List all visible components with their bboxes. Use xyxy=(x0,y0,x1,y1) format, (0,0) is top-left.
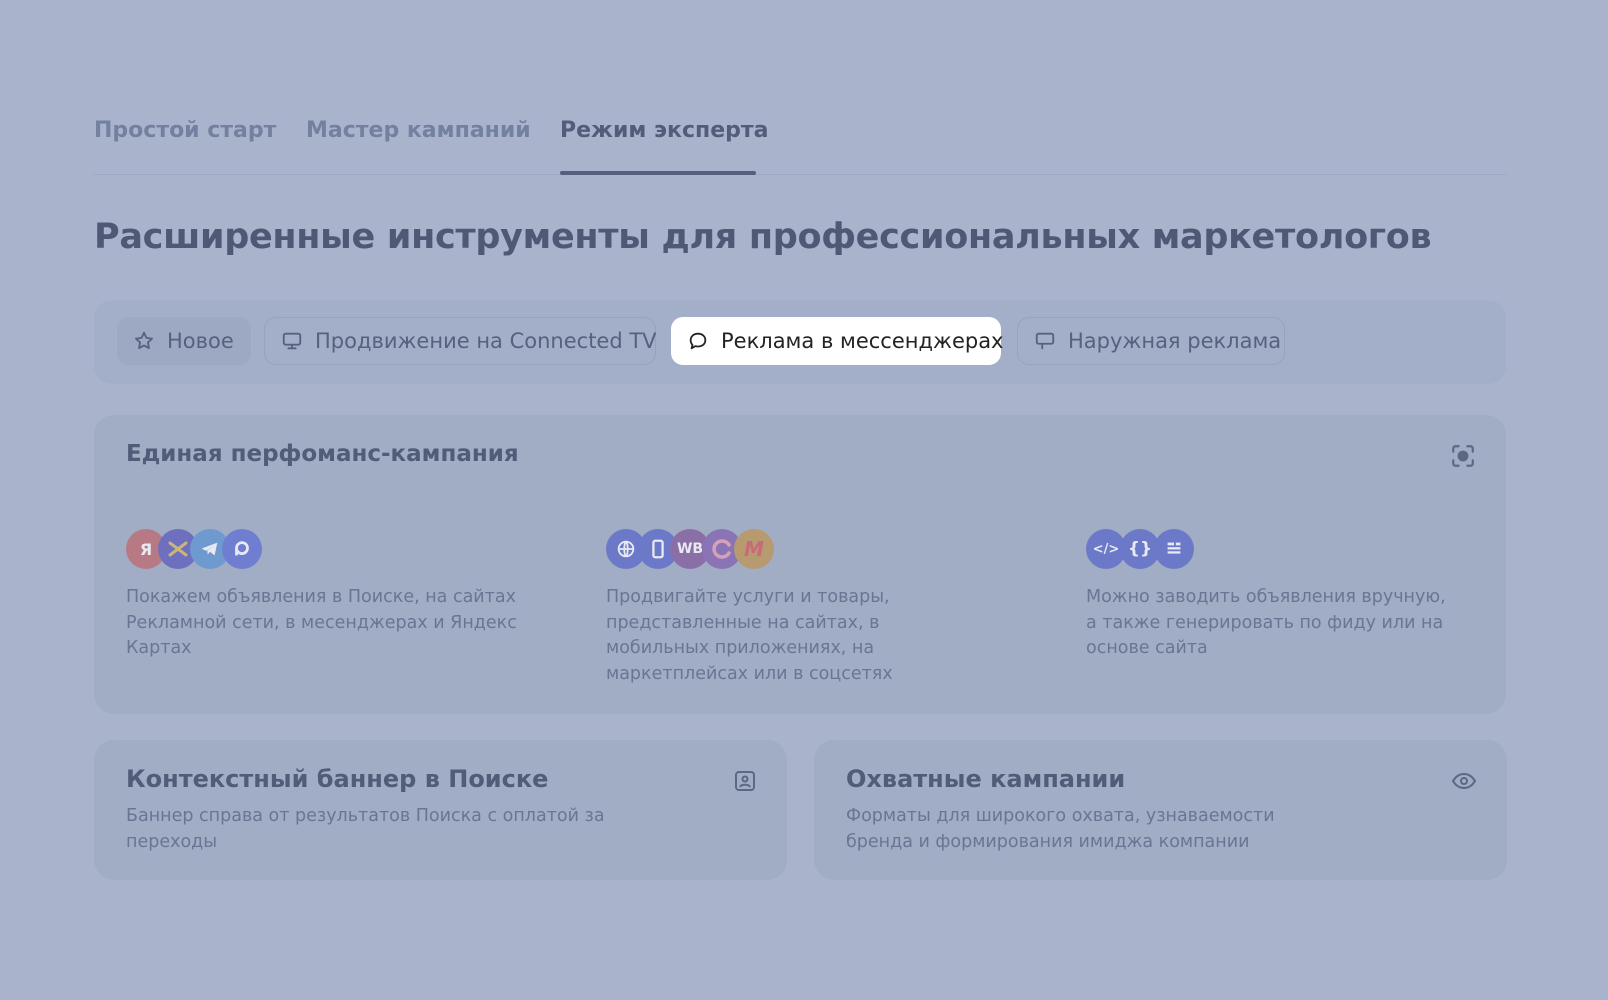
filter-chip-connected-tv[interactable]: Продвижение на Connected TV xyxy=(264,317,657,365)
tab-expert-mode[interactable]: Режим эксперта xyxy=(560,118,768,143)
feature-column-creation: </> {} Можно заводить объявления вручную… xyxy=(1086,529,1486,662)
card-description: Форматы для широкого охвата, узнаваемост… xyxy=(846,806,1275,852)
reach-campaigns-card[interactable]: Охватные кампании Форматы для широкого о… xyxy=(814,740,1507,880)
column-description: Покажем объявления в Поиске, на сайтах Р… xyxy=(126,587,517,658)
card-title: Единая перфоманс-кампания xyxy=(126,441,519,467)
filter-chip-label: Наружная реклама xyxy=(1068,329,1282,353)
mode-tabs: Простой старт Мастер кампаний Режим эксп… xyxy=(94,112,1506,175)
column-description: Можно заводить объявления вручную, а так… xyxy=(1086,587,1446,658)
billboard-icon xyxy=(1034,330,1056,352)
site-logo xyxy=(1154,529,1194,569)
tab-simple-start[interactable]: Простой старт xyxy=(94,118,276,143)
card-title: Охватные кампании xyxy=(846,765,1126,793)
image-frame-icon xyxy=(733,769,757,797)
tab-campaign-master[interactable]: Мастер кампаний xyxy=(306,118,531,143)
feature-column-products: WB М Продвигайте услуги и товары, предст… xyxy=(606,529,1006,687)
eye-icon xyxy=(1451,769,1477,797)
focus-target-icon xyxy=(1450,443,1476,473)
filter-chip-label: Новое xyxy=(167,329,234,353)
filter-chip-outdoor[interactable]: Наружная реклама xyxy=(1017,317,1285,365)
platform-logos: Я xyxy=(126,529,526,569)
filter-chip-label: Продвижение на Connected TV xyxy=(315,329,657,353)
card-title: Контекстный баннер в Поиске xyxy=(126,765,549,793)
page-title: Расширенные инструменты для профессионал… xyxy=(94,217,1432,257)
filter-chip-label: Реклама в мессенджерах xyxy=(721,329,1004,353)
platform-logos: WB М xyxy=(606,529,1006,569)
market-logo: М xyxy=(734,529,774,569)
card-description: Баннер справа от результатов Поиска с оп… xyxy=(126,806,605,852)
feature-column-placements: Я Покажем объявления в Поиске, на сайтах… xyxy=(126,529,526,662)
unified-performance-campaign-card[interactable]: Единая перфоманс-кампания Я Покажем объя… xyxy=(94,415,1506,714)
context-banner-card[interactable]: Контекстный баннер в Поиске Баннер справ… xyxy=(94,740,787,880)
filter-chip-new[interactable]: Новое xyxy=(117,317,251,365)
platform-logos: </> {} xyxy=(1086,529,1486,569)
filter-bar: Новое Продвижение на Connected TV Реклам… xyxy=(94,300,1506,384)
maps-logo xyxy=(222,529,262,569)
monitor-icon xyxy=(281,330,303,352)
filter-chip-messengers[interactable]: Реклама в мессенджерах xyxy=(671,317,1004,365)
active-tab-indicator xyxy=(560,171,756,175)
chat-bubble-icon xyxy=(687,330,709,352)
star-icon xyxy=(133,330,155,352)
column-description: Продвигайте услуги и товары, представлен… xyxy=(606,587,893,684)
